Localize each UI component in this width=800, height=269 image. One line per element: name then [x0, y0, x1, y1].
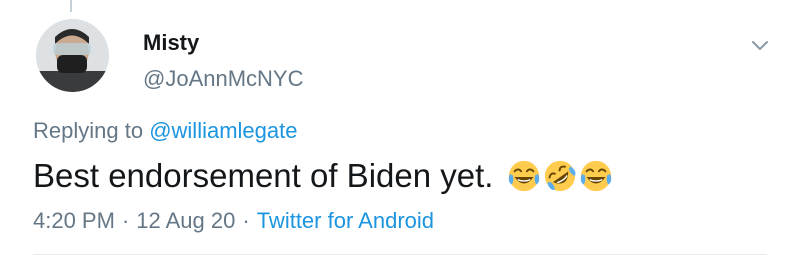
thread-connector-line [70, 0, 72, 12]
tweet-text: Best endorsement of Biden yet. [33, 157, 494, 194]
user-handle[interactable]: @JoAnnMcNYC [143, 66, 304, 92]
display-name[interactable]: Misty [143, 30, 199, 56]
emoji-group [507, 159, 615, 193]
tweet-metadata: 4:20 PM · 12 Aug 20 · Twitter for Android [33, 208, 434, 234]
tweet-time[interactable]: 4:20 PM [33, 208, 115, 233]
divider [33, 254, 767, 255]
tweet-body: Best endorsement of Biden yet. [33, 156, 615, 196]
separator-dot: · [121, 208, 130, 233]
face-with-tears-of-joy-icon [509, 160, 540, 192]
replying-to-line: Replying to @williamlegate [33, 118, 297, 144]
face-with-tears-of-joy-icon [581, 160, 612, 192]
replying-to-label: Replying to [33, 118, 144, 143]
separator-dot: · [242, 208, 250, 233]
tweet-source-link[interactable]: Twitter for Android [257, 208, 434, 233]
tweet-date[interactable]: 12 Aug 20 [136, 208, 235, 233]
avatar[interactable] [36, 19, 109, 92]
rolling-on-floor-laughing-icon [545, 160, 576, 192]
chevron-down-icon[interactable] [748, 33, 772, 57]
replying-to-mention-link[interactable]: @williamlegate [149, 118, 297, 143]
avatar-photo-icon [36, 19, 109, 92]
